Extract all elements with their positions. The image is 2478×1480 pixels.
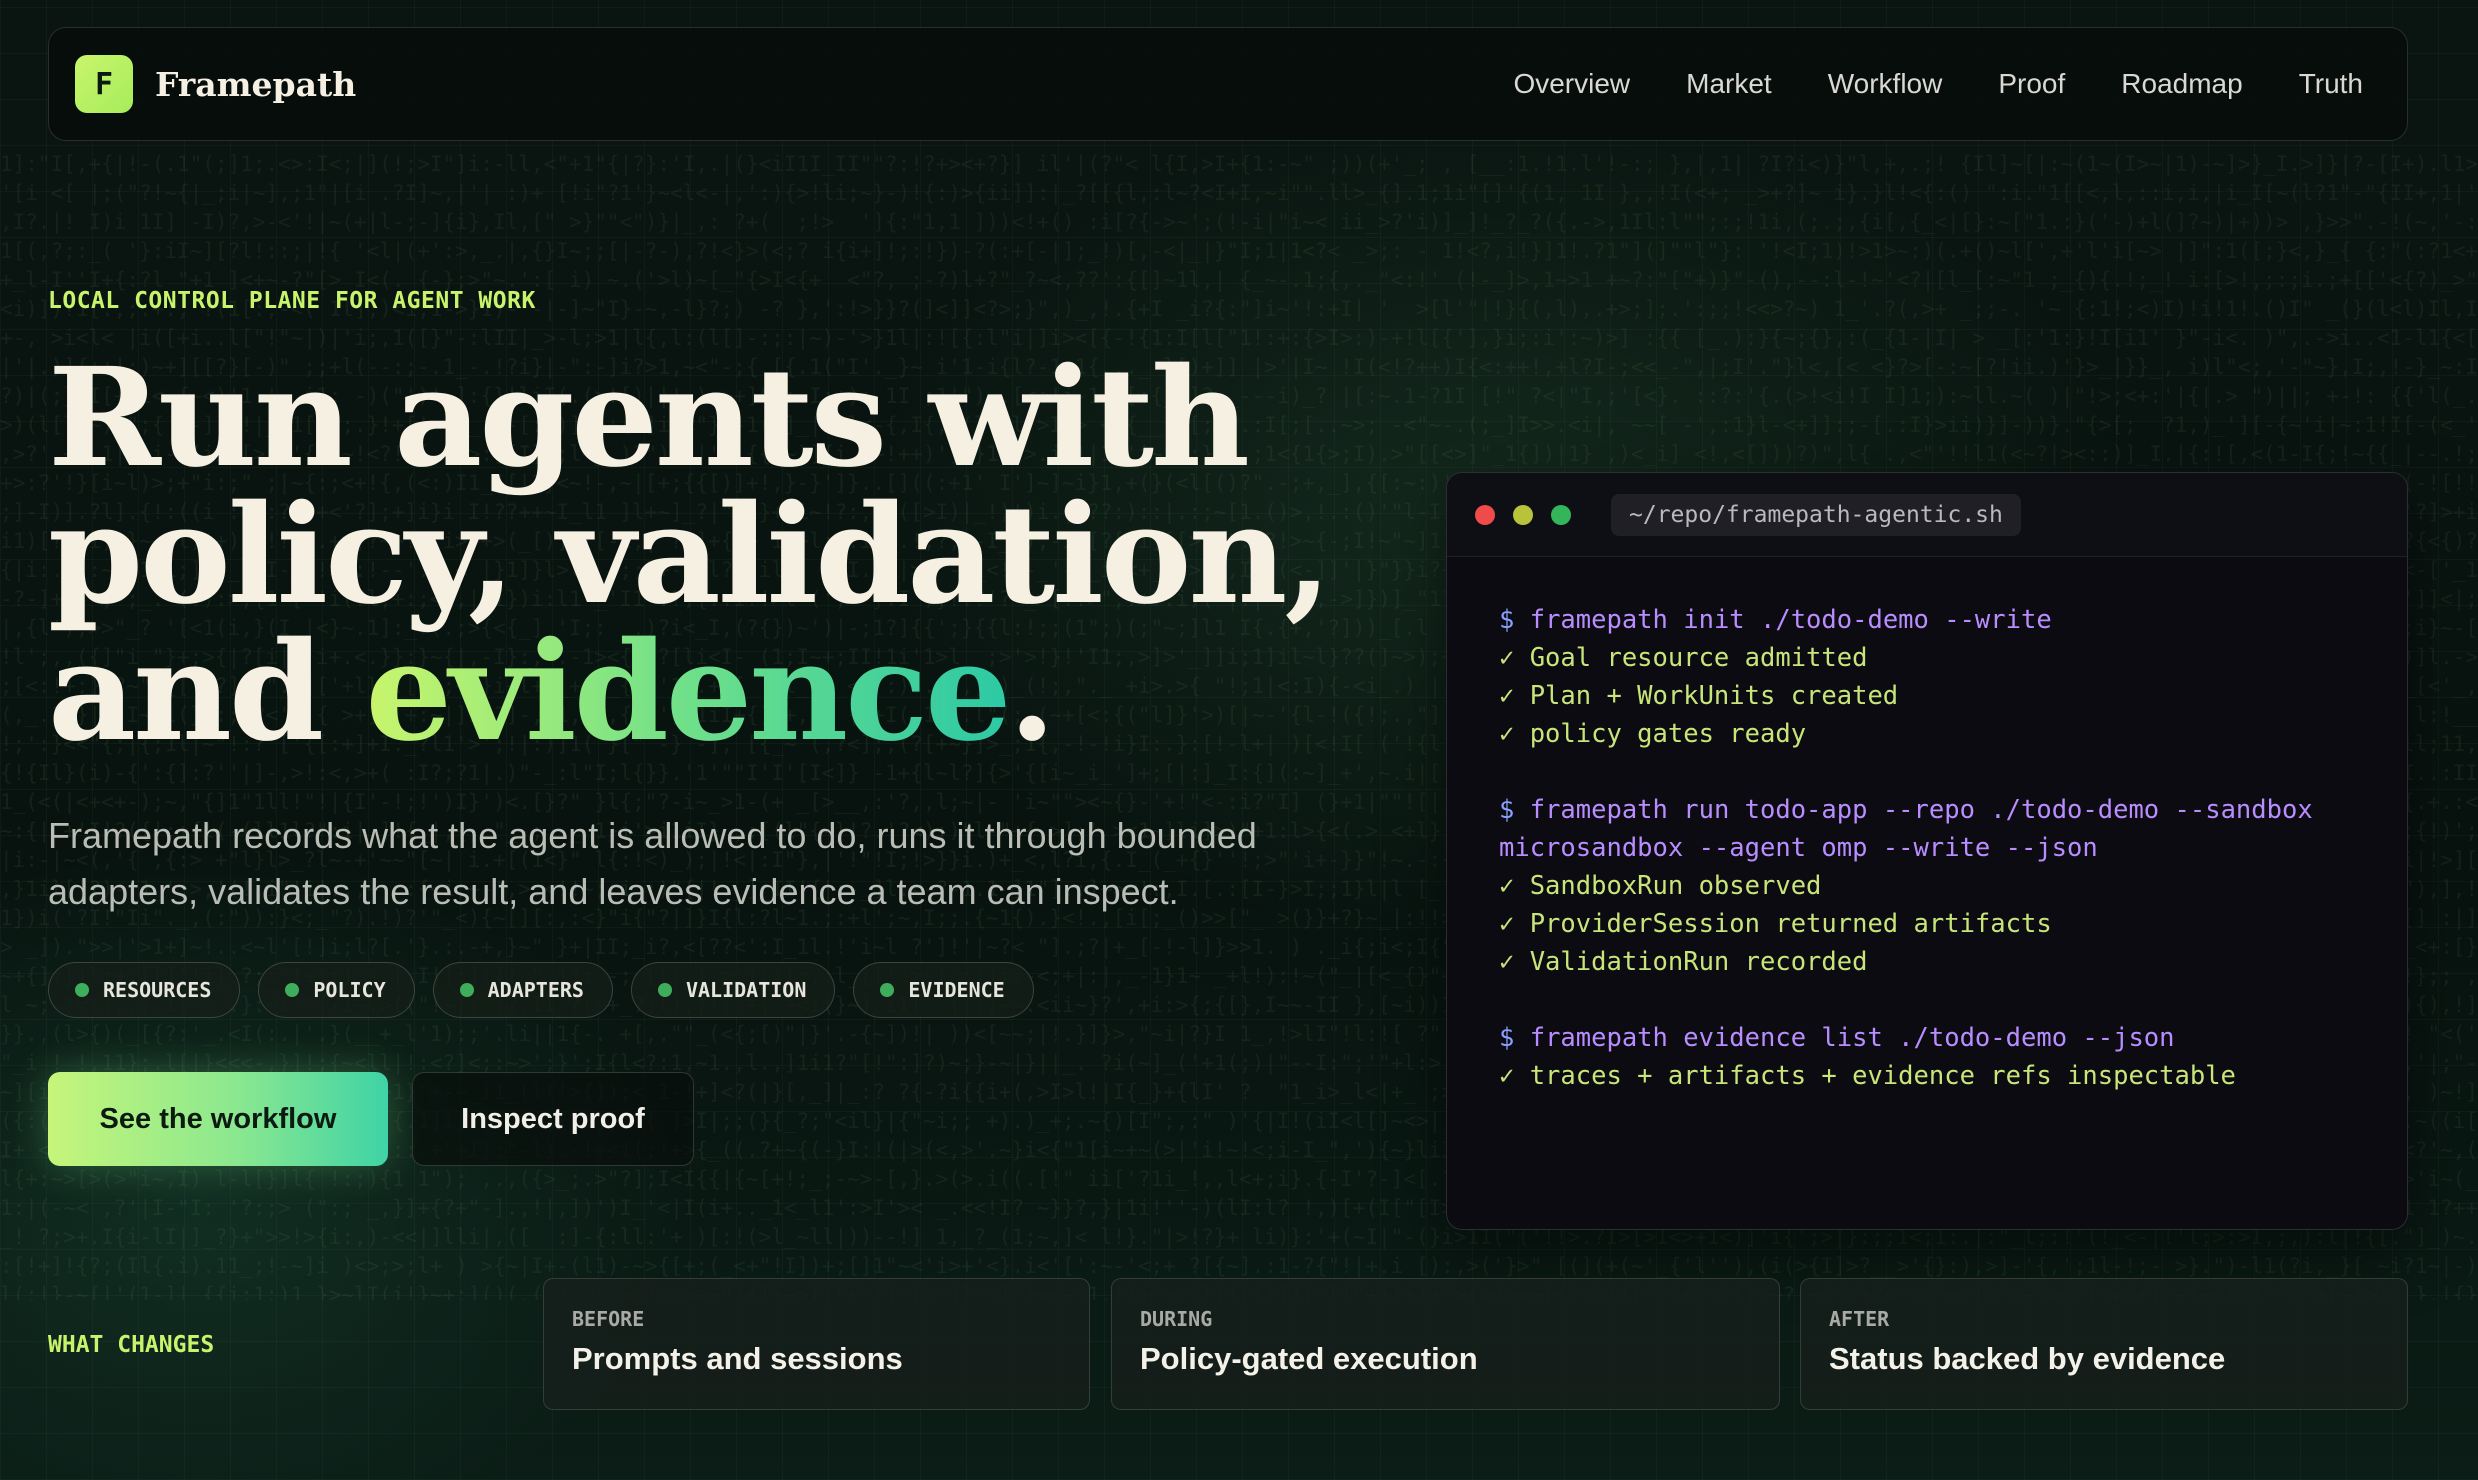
- brand-name[interactable]: Framepath: [155, 65, 356, 104]
- card-title: Policy-gated execution: [1140, 1341, 1478, 1376]
- inspect-proof-button[interactable]: Inspect proof: [412, 1072, 694, 1166]
- top-navigation: F Framepath Overview Market Workflow Pro…: [48, 27, 2408, 141]
- card-tag: BEFORE: [572, 1307, 645, 1331]
- terminal-command: framepath: [1529, 605, 1668, 635]
- minimize-dot-icon: [1513, 504, 1533, 525]
- card-tag: AFTER: [1829, 1307, 1890, 1331]
- pill-evidence: EVIDENCE: [853, 962, 1034, 1018]
- terminal-line: ✓ ProviderSession returned artifacts: [1499, 909, 2052, 939]
- close-dot-icon: [1475, 504, 1495, 525]
- pill-label: ADAPTERS: [487, 978, 584, 1002]
- nav-link-roadmap[interactable]: Roadmap: [2121, 68, 2242, 100]
- terminal-prompt: $: [1499, 1023, 1530, 1053]
- terminal-prompt: $: [1499, 605, 1530, 635]
- terminal-line: $ framepath init ./todo-demo --write: [1499, 601, 2375, 639]
- terminal-titlebar: ~/repo/framepath-agentic.sh: [1447, 473, 2407, 557]
- maximize-dot-icon: [1551, 504, 1571, 525]
- terminal-output: $ framepath init ./todo-demo --write ✓ Go…: [1447, 557, 2407, 1095]
- pill-validation: VALIDATION: [630, 962, 836, 1018]
- card-tag: DURING: [1140, 1307, 1213, 1331]
- status-dot-icon: [657, 983, 672, 997]
- terminal-line: ✓ SandboxRun observed: [1499, 871, 1822, 901]
- terminal-command: framepath: [1529, 1023, 1668, 1053]
- pill-label: POLICY: [313, 978, 386, 1002]
- hero-headline: Run agents with policy, validation, and …: [48, 350, 1428, 761]
- see-workflow-button[interactable]: See the workflow: [48, 1072, 388, 1166]
- pill-label: VALIDATION: [685, 978, 807, 1002]
- terminal-window: ~/repo/framepath-agentic.sh $ framepath …: [1446, 472, 2408, 1230]
- terminal-command: framepath: [1529, 795, 1668, 825]
- hero-eyebrow: LOCAL CONTROL PLANE FOR AGENT WORK: [48, 288, 536, 314]
- what-changes-label: WHAT CHANGES: [48, 1332, 215, 1358]
- feature-pills: RESOURCES POLICY ADAPTERS VALIDATION EVI…: [48, 962, 1034, 1018]
- change-card-before: BEFORE Prompts and sessions: [543, 1278, 1090, 1410]
- terminal-prompt: $: [1499, 795, 1530, 825]
- terminal-path: ~/repo/framepath-agentic.sh: [1611, 493, 2021, 536]
- headline-line-1: Run agents with: [48, 338, 1250, 498]
- terminal-args: run todo-app --repo ./todo-demo --sandbo…: [1667, 795, 2313, 825]
- terminal-line: $ framepath evidence list ./todo-demo --…: [1499, 1019, 2375, 1057]
- hero-lead: Framepath records what the agent is allo…: [48, 815, 1257, 912]
- headline-line-2: policy, validation,: [48, 475, 1332, 635]
- nav-link-market[interactable]: Market: [1686, 68, 1772, 100]
- pill-policy: POLICY: [258, 962, 415, 1018]
- terminal-args: evidence list ./todo-demo --json: [1667, 1023, 2175, 1053]
- headline-highlight: evidence: [365, 612, 1011, 772]
- headline-suffix: .: [1008, 612, 1056, 772]
- nav-link-overview[interactable]: Overview: [1513, 68, 1630, 100]
- status-dot-icon: [880, 983, 895, 997]
- nav-links: Overview Market Workflow Proof Roadmap T…: [1513, 68, 2363, 100]
- terminal-line: ✓ traces + artifacts + evidence refs ins…: [1499, 1061, 2236, 1091]
- terminal-line: microsandbox --agent omp --write --json: [1499, 833, 2098, 863]
- terminal-args: init ./todo-demo --write: [1667, 605, 2052, 635]
- change-card-during: DURING Policy-gated execution: [1111, 1278, 1780, 1410]
- status-dot-icon: [75, 983, 89, 997]
- pill-label: RESOURCES: [103, 978, 212, 1002]
- change-card-after: AFTER Status backed by evidence: [1800, 1278, 2408, 1410]
- nav-link-proof[interactable]: Proof: [1998, 68, 2065, 100]
- status-dot-icon: [285, 983, 300, 997]
- headline-line-3-prefix: and: [48, 612, 366, 772]
- pill-resources: RESOURCES: [48, 962, 241, 1018]
- status-dot-icon: [459, 983, 474, 997]
- card-title: Prompts and sessions: [572, 1341, 903, 1376]
- nav-link-truth[interactable]: Truth: [2299, 68, 2363, 100]
- card-title: Status backed by evidence: [1829, 1341, 2226, 1376]
- terminal-line: ✓ Plan + WorkUnits created: [1499, 681, 1899, 711]
- nav-link-workflow[interactable]: Workflow: [1828, 68, 1943, 100]
- pill-label: EVIDENCE: [908, 978, 1005, 1002]
- logo-mark[interactable]: F: [75, 55, 133, 113]
- terminal-line: ✓ Goal resource admitted: [1499, 643, 1868, 673]
- terminal-line: ✓ ValidationRun recorded: [1499, 947, 1868, 977]
- terminal-line: ✓ policy gates ready: [1499, 719, 1807, 749]
- terminal-line: $ framepath run todo-app --repo ./todo-d…: [1499, 791, 2375, 829]
- pill-adapters: ADAPTERS: [432, 962, 613, 1018]
